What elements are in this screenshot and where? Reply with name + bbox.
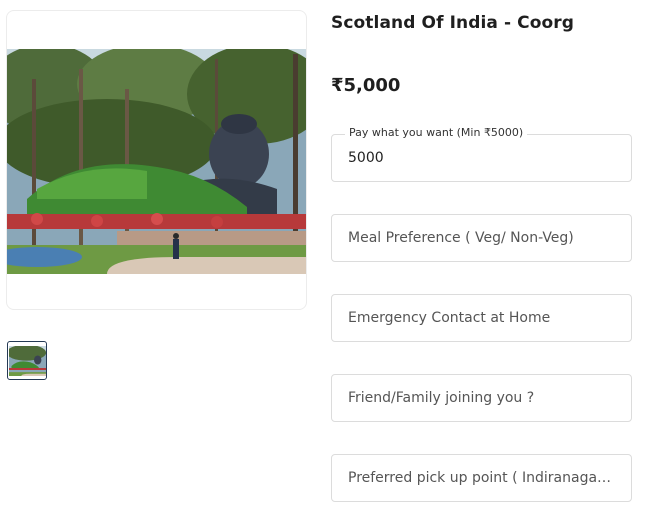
pickup-point-field (331, 454, 632, 502)
pay-what-you-want-input[interactable] (332, 135, 631, 181)
friend-family-input[interactable] (332, 375, 631, 421)
friend-family-field (331, 374, 632, 422)
meal-preference-input[interactable] (332, 215, 631, 261)
product-image-card (6, 10, 307, 310)
product-photo[interactable] (7, 49, 306, 274)
pay-what-you-want-field: Pay what you want (Min ₹5000) (331, 126, 632, 182)
emergency-contact-field (331, 294, 632, 342)
emergency-contact-input[interactable] (332, 295, 631, 341)
thumbnail-image[interactable] (7, 341, 47, 380)
pickup-point-input[interactable] (332, 455, 631, 501)
product-title: Scotland Of India - Coorg (331, 13, 575, 33)
meal-preference-field (331, 214, 632, 262)
product-price: ₹5,000 (331, 75, 401, 96)
